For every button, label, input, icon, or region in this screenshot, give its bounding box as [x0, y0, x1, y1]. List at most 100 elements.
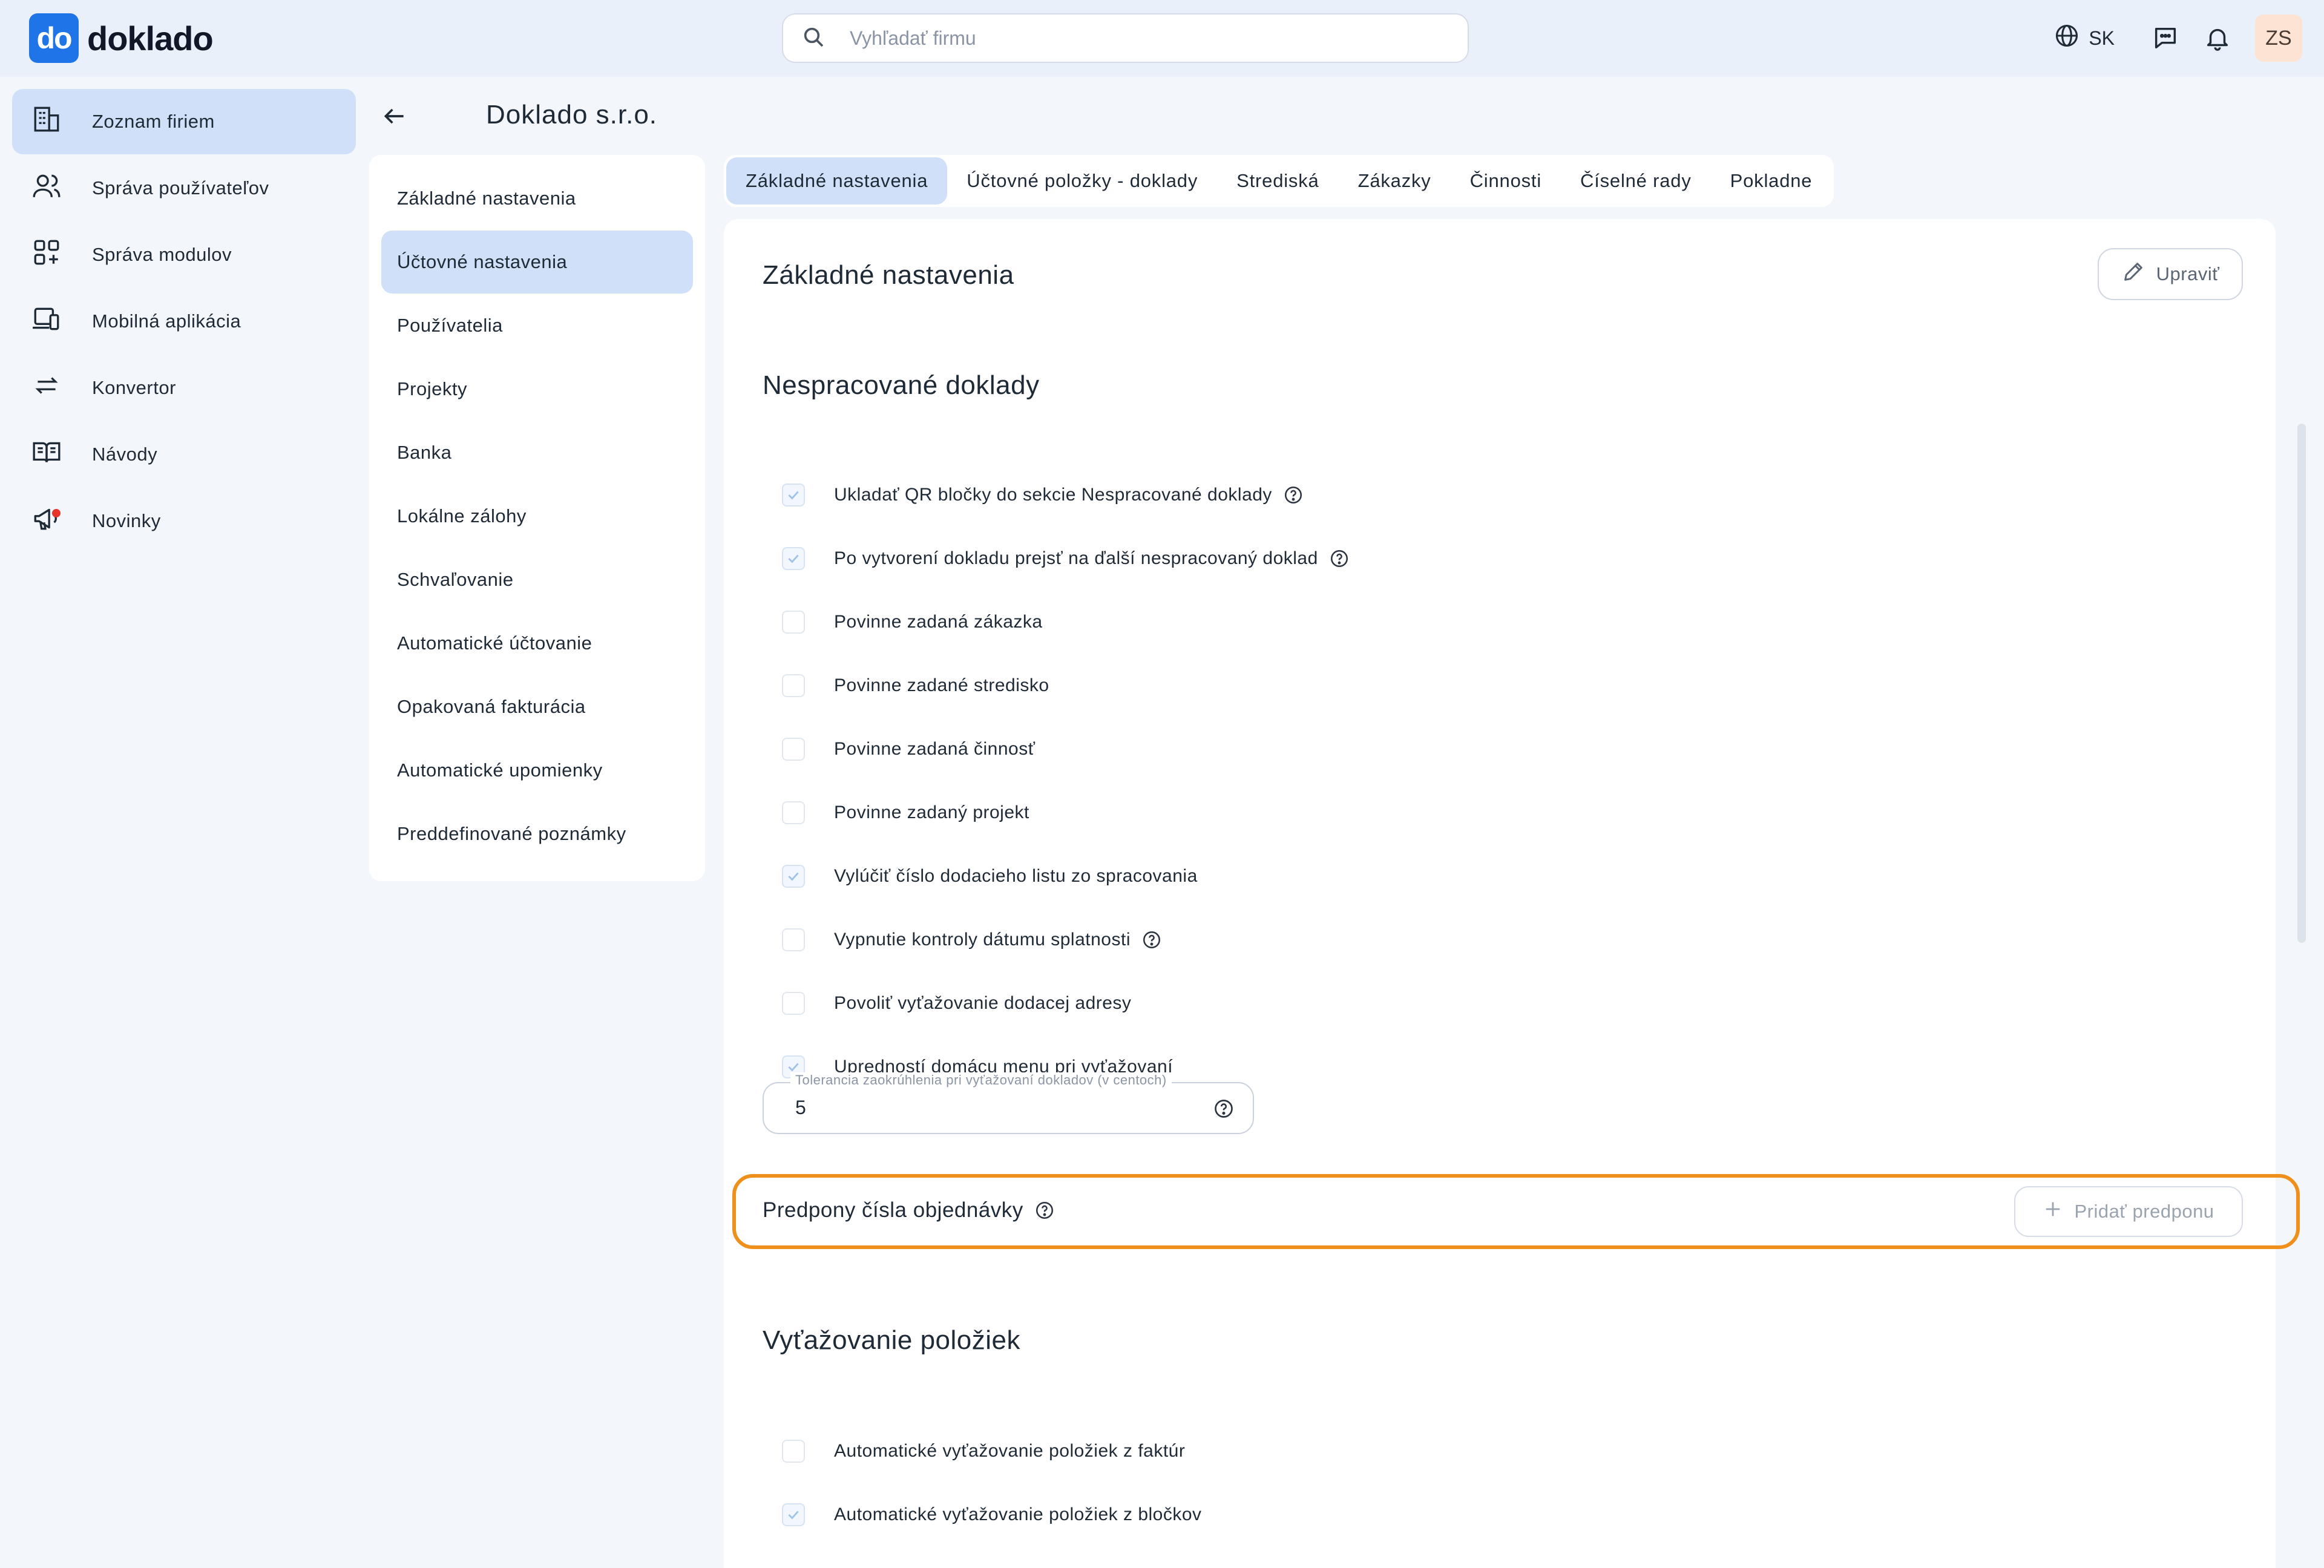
mobile-icon — [31, 304, 62, 339]
prefix-title-label: Predpony čísla objednávky — [763, 1198, 1023, 1222]
checkbox-unchecked[interactable] — [782, 801, 805, 824]
tab-cash-registers[interactable]: Pokladne — [1711, 157, 1832, 205]
prefix-section-title: Predpony čísla objednávky — [763, 1198, 1055, 1222]
convert-icon — [31, 370, 62, 405]
tab-orders[interactable]: Zákazky — [1339, 157, 1451, 205]
pencil-icon — [2121, 260, 2145, 289]
submenu-item[interactable]: Banka — [381, 421, 693, 484]
edit-button-label: Upraviť — [2156, 263, 2220, 284]
submenu-item[interactable]: Preddefinované poznámky — [381, 802, 693, 865]
checkbox-checked[interactable] — [782, 547, 805, 570]
notification-dot — [52, 509, 61, 517]
building-icon — [31, 104, 62, 139]
search-icon — [801, 25, 826, 52]
tolerance-value[interactable]: 5 — [795, 1097, 806, 1119]
checkbox-unchecked[interactable] — [782, 1440, 805, 1463]
option-row[interactable]: Po vytvorení dokladu prejsť na ďalší nes… — [782, 540, 1350, 577]
sidebar-item-label: Správa modulov — [92, 244, 232, 265]
logo-text: doklado — [87, 19, 214, 57]
edit-button[interactable]: Upraviť — [2098, 248, 2243, 300]
option-label: Automatické vyťažovanie položiek z faktú… — [834, 1441, 1186, 1461]
checkbox-checked[interactable] — [782, 1503, 805, 1526]
submenu-item[interactable]: Opakovaná fakturácia — [381, 675, 693, 738]
help-icon[interactable] — [1329, 548, 1350, 569]
option-label: Povoliť vyťažovanie dodacej adresy — [834, 993, 1132, 1013]
globe-icon — [2053, 22, 2080, 54]
tab-centers[interactable]: Strediská — [1217, 157, 1338, 205]
option-label: Povinne zadaný projekt — [834, 802, 1029, 822]
language-selector[interactable]: SK — [2053, 22, 2115, 54]
back-arrow-icon[interactable] — [381, 103, 408, 130]
option-row[interactable]: Vypnutie kontroly dátumu splatnosti — [782, 922, 1162, 958]
sidebar-item-modules[interactable]: Správa modulov — [12, 222, 356, 287]
logo[interactable]: do doklado — [29, 13, 214, 63]
tolerance-field[interactable]: Tolerancia zaokrúhlenia pri vyťažovaní d… — [763, 1072, 1254, 1134]
submenu-item[interactable]: Základné nastavenia — [381, 167, 693, 230]
section-title: Základné nastavenia — [763, 260, 1014, 290]
tab-accounting-items[interactable]: Účtovné položky - doklady — [947, 157, 1217, 205]
submenu-item[interactable]: Účtovné nastavenia — [381, 231, 693, 294]
option-label: Po vytvorení dokladu prejsť na ďalší nes… — [834, 548, 1318, 568]
option-row[interactable]: Automatické vyťažovanie položiek z bločk… — [782, 1497, 1202, 1533]
option-row[interactable]: Ukladať QR bločky do sekcie Nespracované… — [782, 477, 1304, 513]
checkbox-unchecked[interactable] — [782, 992, 805, 1015]
help-icon[interactable] — [1141, 930, 1162, 950]
tab-basic-settings[interactable]: Základné nastavenia — [726, 157, 948, 205]
sidebar-item-label: Konvertor — [92, 377, 176, 398]
tab-number-series[interactable]: Číselné rady — [1561, 157, 1711, 205]
sidebar-item-companies[interactable]: Zoznam firiem — [12, 89, 356, 154]
chat-icon[interactable] — [2151, 24, 2180, 53]
plus-icon — [2043, 1199, 2063, 1224]
sidebar-item-users[interactable]: Správa používateľov — [12, 156, 356, 221]
checkbox-checked[interactable] — [782, 484, 805, 507]
sidebar-item-guides[interactable]: Návody — [12, 422, 356, 487]
submenu-item[interactable]: Lokálne zálohy — [381, 485, 693, 548]
sidebar-item-news[interactable]: Novinky — [12, 488, 356, 554]
option-row[interactable]: Povoliť vyťažovanie dodacej adresy — [782, 985, 1131, 1022]
checkbox-unchecked[interactable] — [782, 674, 805, 697]
sidebar-item-label: Mobilná aplikácia — [92, 310, 241, 332]
option-row[interactable]: Povinne zadaná zákazka — [782, 604, 1043, 640]
search-input[interactable] — [850, 27, 1394, 50]
option-label: Vypnutie kontroly dátumu splatnosti — [834, 930, 1131, 950]
checkbox-unchecked[interactable] — [782, 738, 805, 761]
checkbox-checked[interactable] — [782, 865, 805, 888]
sidebar-item-mobile[interactable]: Mobilná aplikácia — [12, 289, 356, 354]
submenu-item[interactable]: Schvaľovanie — [381, 548, 693, 611]
submenu-item[interactable]: Automatické účtovanie — [381, 612, 693, 675]
help-icon[interactable] — [1034, 1200, 1055, 1221]
checkbox-unchecked[interactable] — [782, 928, 805, 951]
tab-activities[interactable]: Činnosti — [1451, 157, 1561, 205]
option-row[interactable]: Povinne zadaná činnosť — [782, 731, 1035, 767]
submenu-item[interactable]: Projekty — [381, 358, 693, 421]
option-row[interactable]: Povinne zadaný projekt — [782, 795, 1029, 831]
unprocessed-section-title: Nespracované doklady — [763, 370, 1040, 400]
option-row[interactable]: Vylúčiť číslo dodacieho listu zo spracov… — [782, 858, 1198, 894]
bell-icon[interactable] — [2203, 24, 2232, 53]
tolerance-label: Tolerancia zaokrúhlenia pri vyťažovaní d… — [790, 1072, 1172, 1088]
sidebar-item-label: Správa používateľov — [92, 177, 269, 198]
sidebar-item-label: Návody — [92, 444, 158, 465]
option-label: Povinne zadaná zákazka — [834, 612, 1043, 632]
settings-panel: Základné nastavenia Upraviť Nespracované… — [724, 219, 2300, 1568]
settings-submenu: Základné nastavenia Účtovné nastavenia P… — [369, 155, 705, 881]
scrollbar[interactable] — [2297, 424, 2306, 943]
users-icon — [31, 171, 62, 206]
option-row[interactable]: Povinne zadané stredisko — [782, 668, 1049, 704]
help-icon[interactable] — [1213, 1098, 1235, 1120]
tab-bar: Základné nastavenia Účtovné položky - do… — [724, 155, 1834, 207]
checkbox-unchecked[interactable] — [782, 611, 805, 634]
page-title: Doklado s.r.o. — [486, 100, 658, 130]
add-prefix-button[interactable]: Pridať predponu — [2014, 1186, 2243, 1237]
search-box[interactable] — [782, 13, 1469, 63]
option-label: Vylúčiť číslo dodacieho listu zo spracov… — [834, 866, 1198, 886]
book-icon — [31, 437, 62, 472]
submenu-item[interactable]: Používatelia — [381, 294, 693, 357]
sidebar-item-converter[interactable]: Konvertor — [12, 355, 356, 421]
submenu-item[interactable]: Automatické upomienky — [381, 739, 693, 802]
help-icon[interactable] — [1283, 485, 1304, 505]
option-row[interactable]: Automatické vyťažovanie položiek z faktú… — [782, 1433, 1185, 1469]
modules-icon — [31, 237, 62, 272]
option-label: Automatické vyťažovanie položiek z bločk… — [834, 1504, 1202, 1524]
avatar[interactable]: ZS — [2255, 15, 2302, 62]
